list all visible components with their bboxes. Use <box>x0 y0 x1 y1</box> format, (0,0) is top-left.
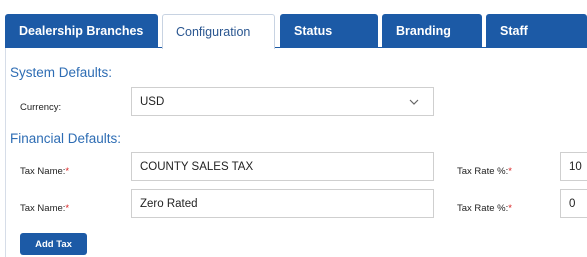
tab-bar: Dealership Branches Configuration Status… <box>0 0 587 49</box>
tax-rate-label: Tax Rate %:* <box>457 203 512 214</box>
tab-configuration[interactable]: Configuration <box>162 14 275 49</box>
tax-rate-input[interactable]: 0 <box>560 189 587 218</box>
tax-name-input[interactable]: Zero Rated <box>131 189 434 218</box>
tab-dealership-branches[interactable]: Dealership Branches <box>5 14 158 48</box>
tax-rate-value: 10 <box>569 160 582 173</box>
add-tax-button[interactable]: Add Tax <box>20 233 87 255</box>
configuration-panel: System Defaults: Currency: USD Financial… <box>5 48 587 257</box>
tax-name-label-text: Tax Name: <box>20 203 66 214</box>
required-marker: * <box>65 166 70 177</box>
required-marker: * <box>508 203 512 214</box>
tax-name-label: Tax Name:* <box>20 166 69 177</box>
tax-name-value: COUNTY SALES TAX <box>140 160 254 173</box>
required-marker: * <box>65 203 70 214</box>
currency-value: USD <box>140 95 165 108</box>
tax-rate-value: 0 <box>569 197 576 210</box>
tax-name-label: Tax Name:* <box>20 203 69 214</box>
currency-select[interactable]: USD <box>131 87 434 116</box>
tab-branding[interactable]: Branding <box>382 14 482 48</box>
tax-rate-label: Tax Rate %:* <box>457 166 512 177</box>
tax-name-value: Zero Rated <box>140 197 198 210</box>
tax-rate-label-text: Tax Rate %: <box>457 166 509 177</box>
currency-label: Currency: <box>20 102 62 113</box>
configuration-page: Dealership Branches Configuration Status… <box>0 0 587 257</box>
tax-name-label-text: Tax Name: <box>20 166 66 177</box>
tab-staff[interactable]: Staff <box>486 14 587 48</box>
chevron-down-icon <box>409 99 419 105</box>
system-defaults-heading: System Defaults: <box>10 65 113 80</box>
financial-defaults-heading: Financial Defaults: <box>10 131 122 146</box>
tax-name-input[interactable]: COUNTY SALES TAX <box>131 152 434 181</box>
required-marker: * <box>508 166 512 177</box>
tax-rate-input[interactable]: 10 <box>560 152 587 181</box>
tab-status[interactable]: Status <box>280 14 378 48</box>
tax-rate-label-text: Tax Rate %: <box>457 203 509 214</box>
